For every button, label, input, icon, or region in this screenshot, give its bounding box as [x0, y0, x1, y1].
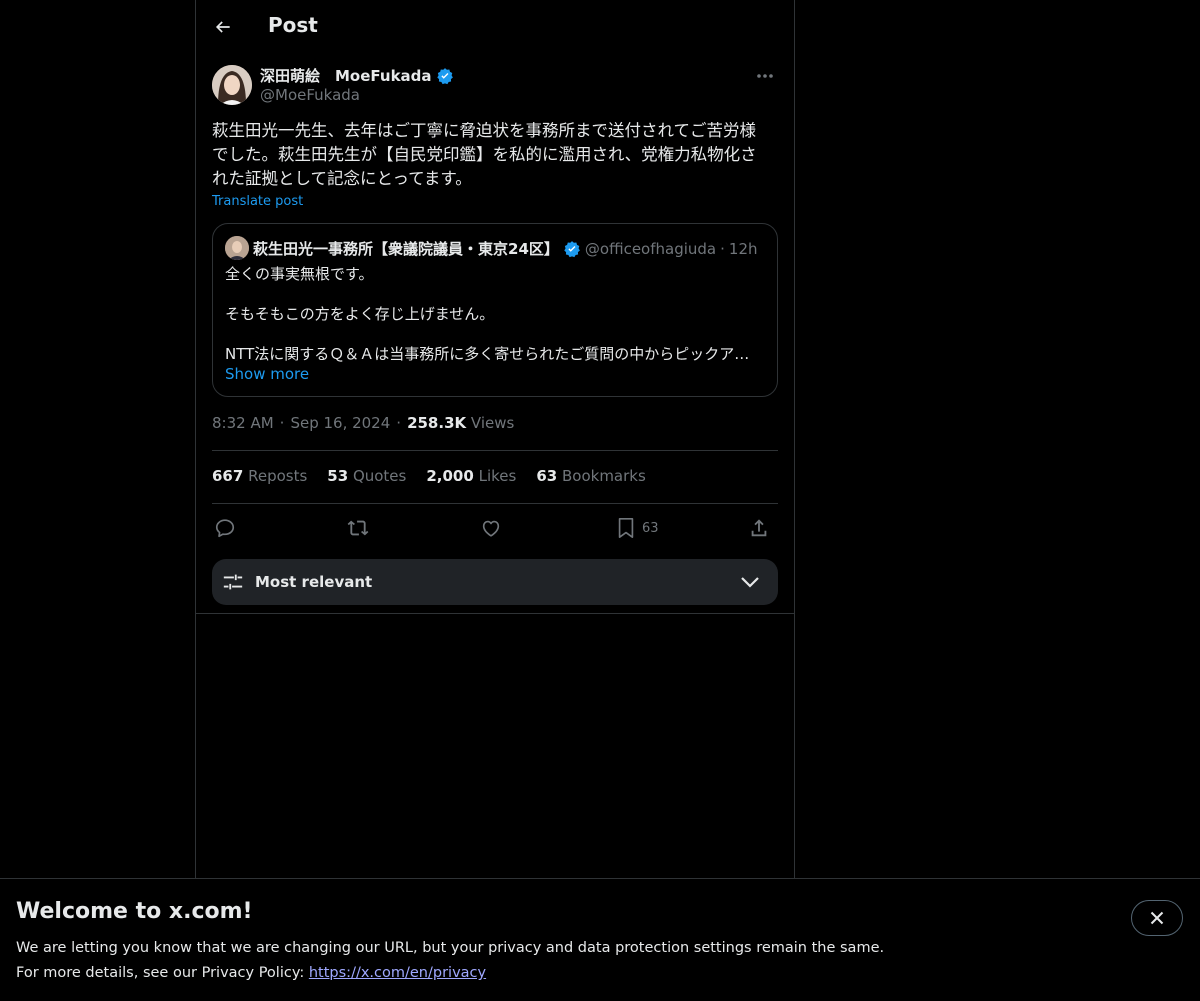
quoted-text-line: NTT法に関するＱ＆Ａは当事務所に多く寄せられたご質問の中からピックアップして [225, 345, 763, 363]
banner-title: Welcome to x.com! [16, 899, 253, 924]
quoted-author-handle: @officeofhagiuda [584, 239, 717, 258]
views: 258.3K Views [407, 414, 514, 432]
post-header: Post [196, 0, 794, 54]
bookmark-button[interactable]: 63 [616, 514, 659, 542]
separator-dot: · [279, 414, 285, 432]
author-name-row: 深田萌絵 MoeFukada [260, 65, 454, 86]
post-date[interactable]: Sep 16, 2024 [290, 414, 390, 432]
quoted-text-line: そもそもこの方をよく存じ上げません。 [225, 305, 495, 323]
author-handle[interactable]: @MoeFukada [260, 86, 360, 104]
quoted-post[interactable]: 萩生田光一事務所【衆議院議員・東京24区】 @officeofhagiuda ·… [212, 223, 778, 397]
sliders-icon [223, 574, 243, 590]
post-meta: 8:32 AM · Sep 16, 2024 · 258.3K Views [212, 414, 514, 432]
bookmarks-stat[interactable]: 63 Bookmarks [536, 467, 645, 485]
avatar [225, 236, 249, 260]
back-button[interactable] [208, 12, 238, 42]
repost-icon [347, 520, 369, 536]
sort-replies-dropdown[interactable]: Most relevant [212, 559, 778, 605]
more-button[interactable] [752, 66, 778, 86]
share-icon [751, 519, 767, 537]
separator-dot: · [720, 239, 725, 258]
likes-stat[interactable]: 2,000 Likes [426, 467, 516, 485]
like-button[interactable] [480, 514, 502, 542]
like-icon [482, 520, 500, 537]
privacy-link[interactable]: https://x.com/en/privacy [309, 965, 486, 981]
verified-icon [436, 67, 453, 84]
welcome-banner: Welcome to x.com! We are letting you kno… [0, 878, 1200, 1001]
post-stats: 667 Reposts 53 Quotes 2,000 Likes 63 Boo… [212, 467, 646, 485]
reply-icon [215, 519, 235, 538]
quoted-text-line: 全くの事実無根です。 [225, 265, 374, 283]
share-button[interactable] [748, 514, 770, 542]
post-column: Post 深田萌絵 MoeFukada @MoeFukada 萩生田光一先生、去… [195, 0, 795, 880]
repost-button[interactable] [346, 514, 370, 542]
quoted-post-header: 萩生田光一事務所【衆議院議員・東京24区】 @officeofhagiuda ·… [253, 238, 758, 259]
show-more-link[interactable]: Show more [225, 365, 309, 383]
sort-label: Most relevant [255, 573, 373, 591]
divider [196, 613, 794, 614]
translate-link[interactable]: Translate post [212, 194, 303, 209]
bookmark-count: 63 [642, 520, 659, 536]
back-arrow-icon [215, 21, 230, 33]
verified-icon [564, 240, 580, 257]
chevron-down-icon [741, 577, 759, 588]
page-title: Post [268, 13, 318, 37]
views-label: Views [470, 414, 515, 432]
quoted-author-name: 萩生田光一事務所【衆議院議員・東京24区】 [253, 240, 559, 258]
post-time[interactable]: 8:32 AM [212, 414, 274, 432]
divider [212, 503, 778, 504]
action-bar: 63 [212, 512, 778, 544]
quotes-stat[interactable]: 53 Quotes [327, 467, 406, 485]
reply-button[interactable] [214, 514, 236, 542]
divider [212, 450, 778, 451]
banner-text: We are letting you know that we are chan… [16, 936, 884, 986]
author-name[interactable]: 深田萌絵 MoeFukada [260, 65, 432, 86]
banner-line: We are letting you know that we are chan… [16, 940, 885, 956]
post-text: 萩生田光一先生、去年はご丁寧に脅迫状を事務所まで送付されてご苦労様 でした。萩生… [212, 121, 757, 188]
post-author: 深田萌絵 MoeFukada @MoeFukada [212, 64, 778, 108]
more-icon [757, 74, 773, 78]
separator-dot: · [396, 414, 402, 432]
avatar[interactable] [212, 65, 252, 105]
views-count: 258.3K [407, 414, 467, 432]
close-banner-button[interactable] [1131, 900, 1183, 936]
close-icon [1150, 911, 1164, 925]
reposts-stat[interactable]: 667 Reposts [212, 467, 307, 485]
quoted-post-time: 12h [728, 239, 758, 258]
banner-line: For more details, see our Privacy Policy… [16, 965, 487, 981]
bookmark-icon [618, 518, 634, 538]
